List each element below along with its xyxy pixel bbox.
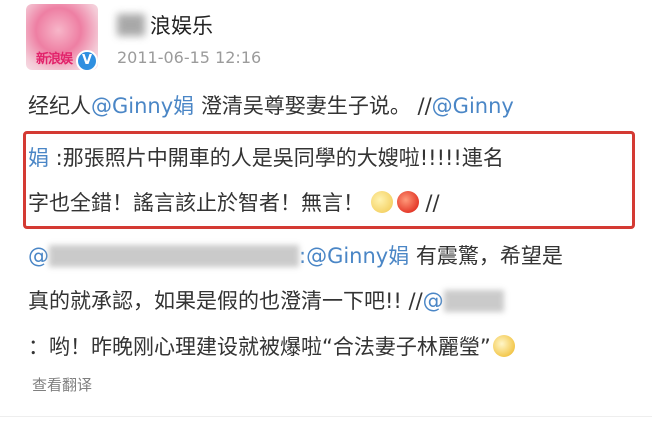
mention-link-ginny-cont[interactable]: 娟 (28, 146, 49, 170)
blurred-username (49, 245, 299, 267)
user-display-name[interactable]: 浪娱乐 (150, 10, 213, 40)
at-symbol: @ (28, 244, 49, 268)
text-segment: ：哟！昨晚刚心理建设就被爆啦“合法妻子林麗瑩” (28, 335, 491, 359)
blurred-name-fragment (117, 14, 145, 36)
post-text-line-5: 真的就承認，如果是假的也澄清一下吧!! //@ (28, 286, 504, 316)
text-segment: // (418, 191, 440, 215)
avatar-logo-text: 新浪娱 (36, 52, 73, 67)
mention-link-ginny-3[interactable]: :@Ginny娟 (299, 244, 409, 268)
angry-emoji-icon (396, 191, 419, 213)
post-text-line-2: 娟 :那張照片中開車的人是吳同學的大嫂啦!!!!!連名 (28, 143, 504, 173)
text-segment: 澄清吴尊娶妻生子说。 // (194, 94, 432, 118)
post-text-line-1: 经纪人@Ginny娟 澄清吴尊娶妻生子说。 //@Ginny (28, 91, 514, 121)
post-text-line-6: ：哟！昨晚刚心理建设就被爆啦“合法妻子林麗瑩” (28, 332, 515, 362)
shocked-emoji-icon (492, 335, 515, 357)
text-segment: 经纪人 (28, 94, 91, 118)
blurred-mention-link-2[interactable]: @ (423, 289, 504, 313)
text-segment: 真的就承認，如果是假的也澄清一下吧!! // (28, 289, 423, 313)
post-text-line-4: @ :@Ginny娟 有震驚，希望是 (28, 241, 563, 271)
mention-link-ginny-2[interactable]: @Ginny (432, 94, 514, 118)
weibo-post: 新浪娱 V 浪娱乐 2011-06-15 12:16 经纪人@Ginny娟 澄清… (0, 0, 652, 421)
text-segment: 字也全錯！謠言該止於智者！無言！ (28, 191, 364, 215)
post-timestamp[interactable]: 2011-06-15 12:16 (117, 48, 261, 67)
post-text-line-3: 字也全錯！謠言該止於智者！無言！ // (28, 188, 440, 218)
verified-icon: V (76, 50, 98, 72)
blurred-mention-link[interactable]: @ (28, 244, 299, 268)
view-translation-link[interactable]: 查看翻译 (32, 374, 92, 395)
text-segment: :那張照片中開車的人是吳同學的大嫂啦!!!!!連名 (49, 146, 504, 170)
sleepy-emoji-icon (370, 191, 393, 213)
divider (0, 416, 652, 417)
mention-link-ginny[interactable]: @Ginny娟 (91, 94, 194, 118)
text-segment: 有震驚，希望是 (409, 244, 563, 268)
at-symbol: @ (422, 289, 444, 313)
blurred-username (443, 290, 504, 312)
